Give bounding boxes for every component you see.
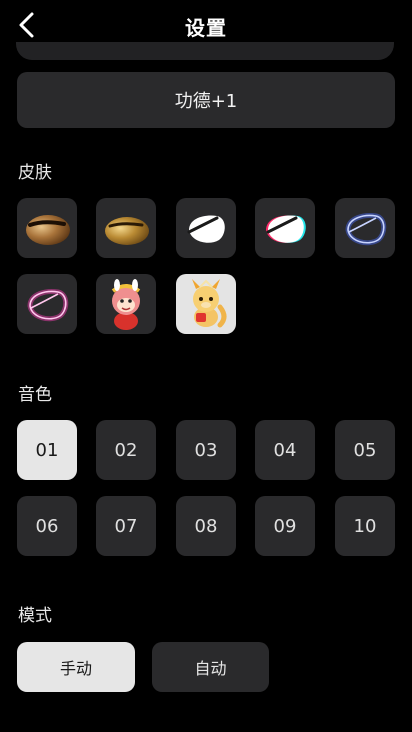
tone-08[interactable]: 08 [176,496,236,556]
tone-01[interactable]: 01 [17,420,77,480]
mode-auto-button[interactable]: 自动 [152,642,269,692]
tone-05[interactable]: 05 [335,420,395,480]
tone-10[interactable]: 10 [335,496,395,556]
tone-09[interactable]: 09 [255,496,315,556]
white-wooden-fish-icon [187,215,225,243]
bronze-wooden-fish-icon [26,215,70,245]
tone-04[interactable]: 04 [255,420,315,480]
page-title: 设置 [185,16,227,40]
scrolled-content-edge [16,42,394,60]
tone-06[interactable]: 06 [17,496,77,556]
blue-neon-wooden-fish-icon [345,213,387,246]
skin-white[interactable] [176,198,236,258]
skin-monkey[interactable] [96,274,156,334]
gold-wooden-fish-icon [105,217,149,245]
pink-neon-wooden-fish-icon [27,289,69,322]
mode-manual-button[interactable]: 手动 [17,642,135,692]
tone-03[interactable]: 03 [176,420,236,480]
glitch-wooden-fish-icon [266,215,306,243]
skin-pink-neon[interactable] [17,274,77,334]
skin-dragon[interactable] [176,274,236,334]
merit-text-field[interactable]: 功德+1 [17,72,395,128]
tone-02[interactable]: 02 [96,420,156,480]
modes-label: 模式 [18,606,52,626]
skin-bronze[interactable] [17,198,77,258]
dragon-character-icon [192,279,227,328]
tone-07[interactable]: 07 [96,496,156,556]
skin-blue-neon[interactable] [335,198,395,258]
monkey-character-icon [111,279,141,330]
skin-glitch[interactable] [255,198,315,258]
skin-gold[interactable] [96,198,156,258]
settings-page: 设置 功德+1 皮肤 音色 01 02 03 04 05 06 07 08 09… [0,0,412,732]
tones-label: 音色 [18,385,52,405]
skins-label: 皮肤 [18,163,52,183]
